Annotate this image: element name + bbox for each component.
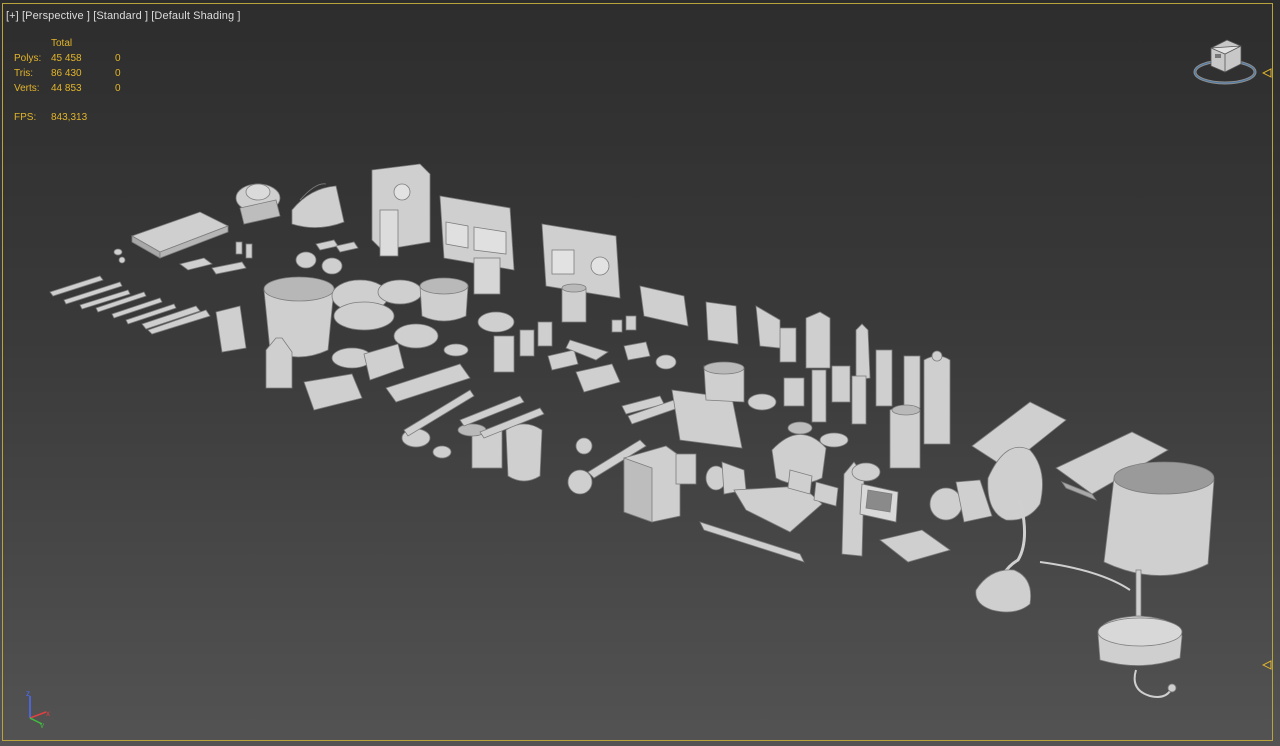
stats-row-polys: Polys: 45 458 0 [14, 53, 154, 67]
stats-label: Tris: [14, 68, 34, 79]
stats-header-total: Total [51, 38, 73, 49]
scene-models[interactable] [0, 0, 1280, 746]
stats-selected: 0 [115, 83, 121, 94]
viewport-menu-shading[interactable]: [Default Shading ] [151, 10, 240, 22]
stats-row-fps: FPS: 843,313 [14, 112, 154, 126]
viewcube-icon[interactable] [1193, 34, 1259, 90]
viewport-perspective[interactable]: [+] [Perspective ] [Standard ] [Default … [0, 0, 1280, 746]
stats-selected: 0 [115, 53, 121, 64]
viewport-menu-standard[interactable]: [Standard ] [93, 10, 148, 22]
axis-x-label: x [46, 709, 50, 718]
telephone [235, 183, 281, 225]
clothes-iron [291, 183, 345, 228]
fps-label: FPS: [14, 112, 37, 123]
stats-label: Polys: [14, 53, 42, 64]
viewport-menu-perspective[interactable]: [Perspective ] [22, 10, 90, 22]
wall-phone [371, 163, 431, 257]
stats-label: Verts: [14, 83, 40, 94]
tool-set-left [49, 248, 211, 335]
table-lamp [1039, 461, 1215, 698]
stats-total: 45 458 [51, 53, 82, 64]
viewport-edge-marker-bottom [1262, 660, 1272, 670]
axis-z-label: z [26, 689, 30, 698]
fps-value: 843,313 [51, 112, 88, 123]
stats-row-verts: Verts: 44 853 0 [14, 83, 154, 97]
viewport-edge-marker-top [1262, 68, 1272, 78]
axis-gizmo-icon: z x y [26, 689, 50, 728]
small-cabinet [623, 445, 697, 523]
viewport-label: [+] [Perspective ] [Standard ] [Default … [6, 10, 241, 22]
stats-total: 86 430 [51, 68, 82, 79]
stats-total: 44 853 [51, 83, 82, 94]
stats-selected: 0 [115, 68, 121, 79]
axis-y-label: y [40, 721, 44, 728]
stats-row-tris: Tris: 86 430 0 [14, 68, 154, 82]
viewport-menu-plus[interactable]: [+] [6, 10, 19, 22]
egg-speaker [929, 446, 1043, 613]
